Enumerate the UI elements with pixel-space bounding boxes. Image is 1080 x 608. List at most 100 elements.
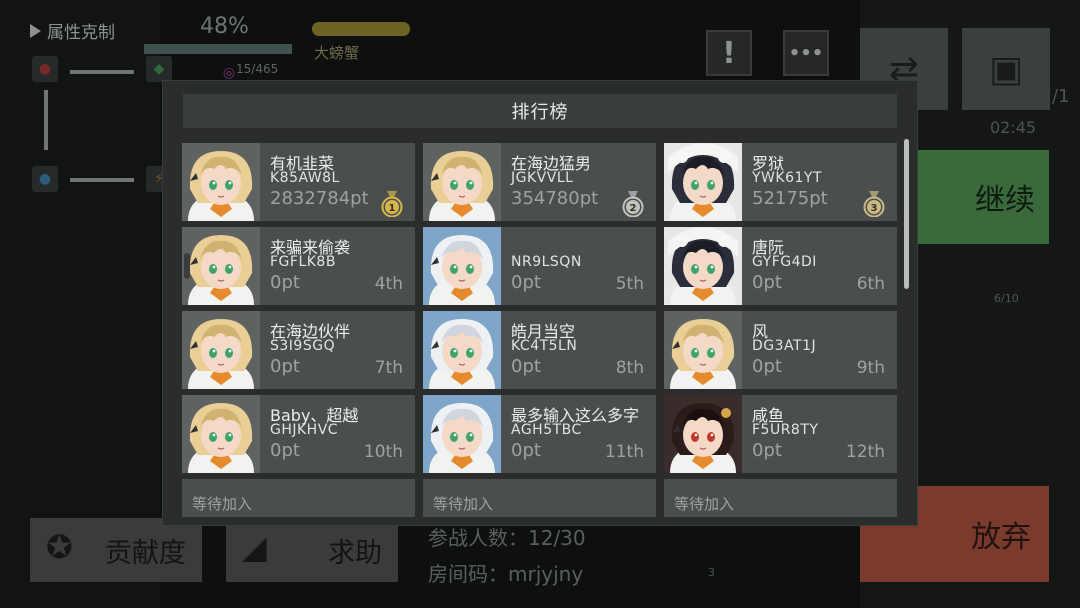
leaderboard-card[interactable]: 在海边伙伴 S3I9SGQ 0pt 7th — [182, 311, 415, 389]
player-rank: 6th — [856, 274, 885, 294]
svg-text:2: 2 — [630, 203, 637, 214]
leaderboard-card[interactable]: 来骗来偷袭 FGFLK8B 0pt 4th — [182, 227, 415, 305]
player-id: F5UR8TY — [752, 422, 819, 438]
boss-hp-percent: 48% — [200, 14, 249, 39]
award-ribbon-icon: ✪ — [46, 528, 73, 566]
megaphone-icon: ◢ — [242, 528, 267, 566]
attribute-counter-toggle[interactable]: 属性克制 — [30, 18, 115, 43]
play-triangle-icon — [30, 23, 41, 38]
waiting-slot: 等待加入 — [423, 479, 656, 517]
player-id: S3I9SGQ — [270, 338, 336, 354]
player-id: FGFLK8B — [270, 254, 336, 270]
player-avatar — [664, 143, 742, 221]
counter-arrow — [70, 178, 134, 182]
stat-count: 15/465 — [236, 62, 279, 76]
contribution-label: 贡献度 — [105, 537, 186, 569]
fire-drop-icon: ● — [32, 56, 58, 82]
waiting-label: 等待加入 — [433, 495, 494, 513]
player-avatar — [664, 395, 742, 473]
player-avatar — [664, 227, 742, 305]
player-points: 2832784pt — [270, 188, 369, 209]
backpack-icon: ▣ — [988, 48, 1023, 90]
waiting-label: 等待加入 — [674, 495, 735, 513]
medal-icon: 3 — [863, 191, 885, 217]
page-indicator: /1 — [1052, 86, 1070, 107]
player-points: 0pt — [752, 356, 782, 377]
player-avatar — [182, 311, 260, 389]
left-panel — [0, 0, 160, 608]
player-id: GHJKHVC — [270, 422, 339, 438]
player-id: YWK61YT — [752, 170, 822, 186]
medal-icon: 2 — [622, 191, 644, 217]
player-rank: 12th — [845, 442, 885, 462]
player-points: 0pt — [270, 272, 300, 293]
player-points: 0pt — [752, 272, 782, 293]
leaderboard-card[interactable]: 风 DG3AT1J 0pt 9th — [664, 311, 897, 389]
player-rank: 11th — [604, 442, 644, 462]
help-label: 求助 — [328, 537, 382, 569]
boss-name: 大螃蟹 — [314, 44, 360, 62]
player-avatar — [423, 143, 501, 221]
player-id: K85AW8L — [270, 170, 340, 186]
leaderboard-card[interactable]: 罗狱 YWK61YT 52175pt 3 — [664, 143, 897, 221]
exclamation-icon: ! — [722, 35, 736, 71]
player-id: DG3AT1J — [752, 338, 817, 354]
leaderboard-card[interactable]: 最多输入这么多字 AGH5TBC 0pt 11th — [423, 395, 656, 473]
player-avatar — [664, 311, 742, 389]
counter-arrow — [70, 70, 134, 74]
player-id: NR9LSQN — [511, 254, 582, 270]
leaf-icon: ◆ — [146, 56, 172, 82]
player-rank: 9th — [856, 358, 885, 378]
backpack-button[interactable]: ▣ — [962, 28, 1050, 110]
player-id: KC4T5LN — [511, 338, 578, 354]
player-points: 52175pt — [752, 188, 828, 209]
attribute-label: 属性克制 — [47, 23, 115, 43]
chat-bubble-icon: ••• — [788, 42, 824, 64]
water-drop-icon: ● — [32, 166, 58, 192]
help-button[interactable]: ◢ 求助 — [226, 518, 398, 582]
player-avatar — [182, 227, 260, 305]
player-points: 0pt — [752, 440, 782, 461]
svg-text:1: 1 — [389, 203, 396, 214]
leaderboard-card[interactable]: Baby、超越 GHJKHVC 0pt 10th — [182, 395, 415, 473]
leaderboard-grid[interactable]: 有机韭菜 K85AW8L 2832784pt 1 在海边猛男 JGKVVLL 3… — [182, 143, 898, 517]
energy-bar — [144, 44, 292, 54]
participants-count: 参战人数：12/30 — [428, 526, 586, 550]
player-id: GYFG4DI — [752, 254, 817, 270]
player-id: AGH5TBC — [511, 422, 582, 438]
player-avatar — [423, 227, 501, 305]
chat-button[interactable]: ••• — [783, 30, 829, 76]
player-avatar — [423, 395, 501, 473]
player-points: 0pt — [511, 440, 541, 461]
contribution-button[interactable]: ✪ 贡献度 — [30, 518, 202, 582]
player-rank: 7th — [374, 358, 403, 378]
leaderboard-card[interactable]: 有机韭菜 K85AW8L 2832784pt 1 — [182, 143, 415, 221]
leaderboard-card[interactable]: 咸鱼 F5UR8TY 0pt 12th — [664, 395, 897, 473]
player-id: JGKVVLL — [511, 170, 574, 186]
waiting-slot: 等待加入 — [664, 479, 897, 517]
player-avatar — [182, 395, 260, 473]
leaderboard-card[interactable]: NR9LSQN 0pt 5th — [423, 227, 656, 305]
round-count-secondary: 3 — [708, 566, 715, 579]
leaderboard-title: 排行榜 — [183, 94, 897, 128]
leaderboard-card[interactable]: 在海边猛男 JGKVVLL 354780pt 2 — [423, 143, 656, 221]
round-count: 6/10 — [994, 292, 1019, 305]
continue-button[interactable]: 继续 — [915, 150, 1049, 244]
player-rank: 4th — [374, 274, 403, 294]
leaderboard-card[interactable]: 皓月当空 KC4T5LN 0pt 8th — [423, 311, 656, 389]
player-points: 0pt — [270, 356, 300, 377]
player-rank: 8th — [615, 358, 644, 378]
medal-icon: 1 — [381, 191, 403, 217]
player-points: 0pt — [270, 440, 300, 461]
counter-arrow — [44, 90, 48, 150]
player-points: 0pt — [511, 272, 541, 293]
player-points: 0pt — [511, 356, 541, 377]
player-avatar — [423, 311, 501, 389]
scrollbar-thumb[interactable] — [904, 139, 909, 289]
leaderboard-card[interactable]: 唐阮 GYFG4DI 0pt 6th — [664, 227, 897, 305]
waiting-label: 等待加入 — [192, 495, 253, 513]
countdown-timer: 02:45 — [990, 118, 1037, 137]
alert-button[interactable]: ! — [706, 30, 752, 76]
player-avatar — [182, 143, 260, 221]
leaderboard-modal: 排行榜 有机韭菜 K85AW8L 2832784pt 1 在海边猛男 JGKVV… — [162, 80, 918, 526]
